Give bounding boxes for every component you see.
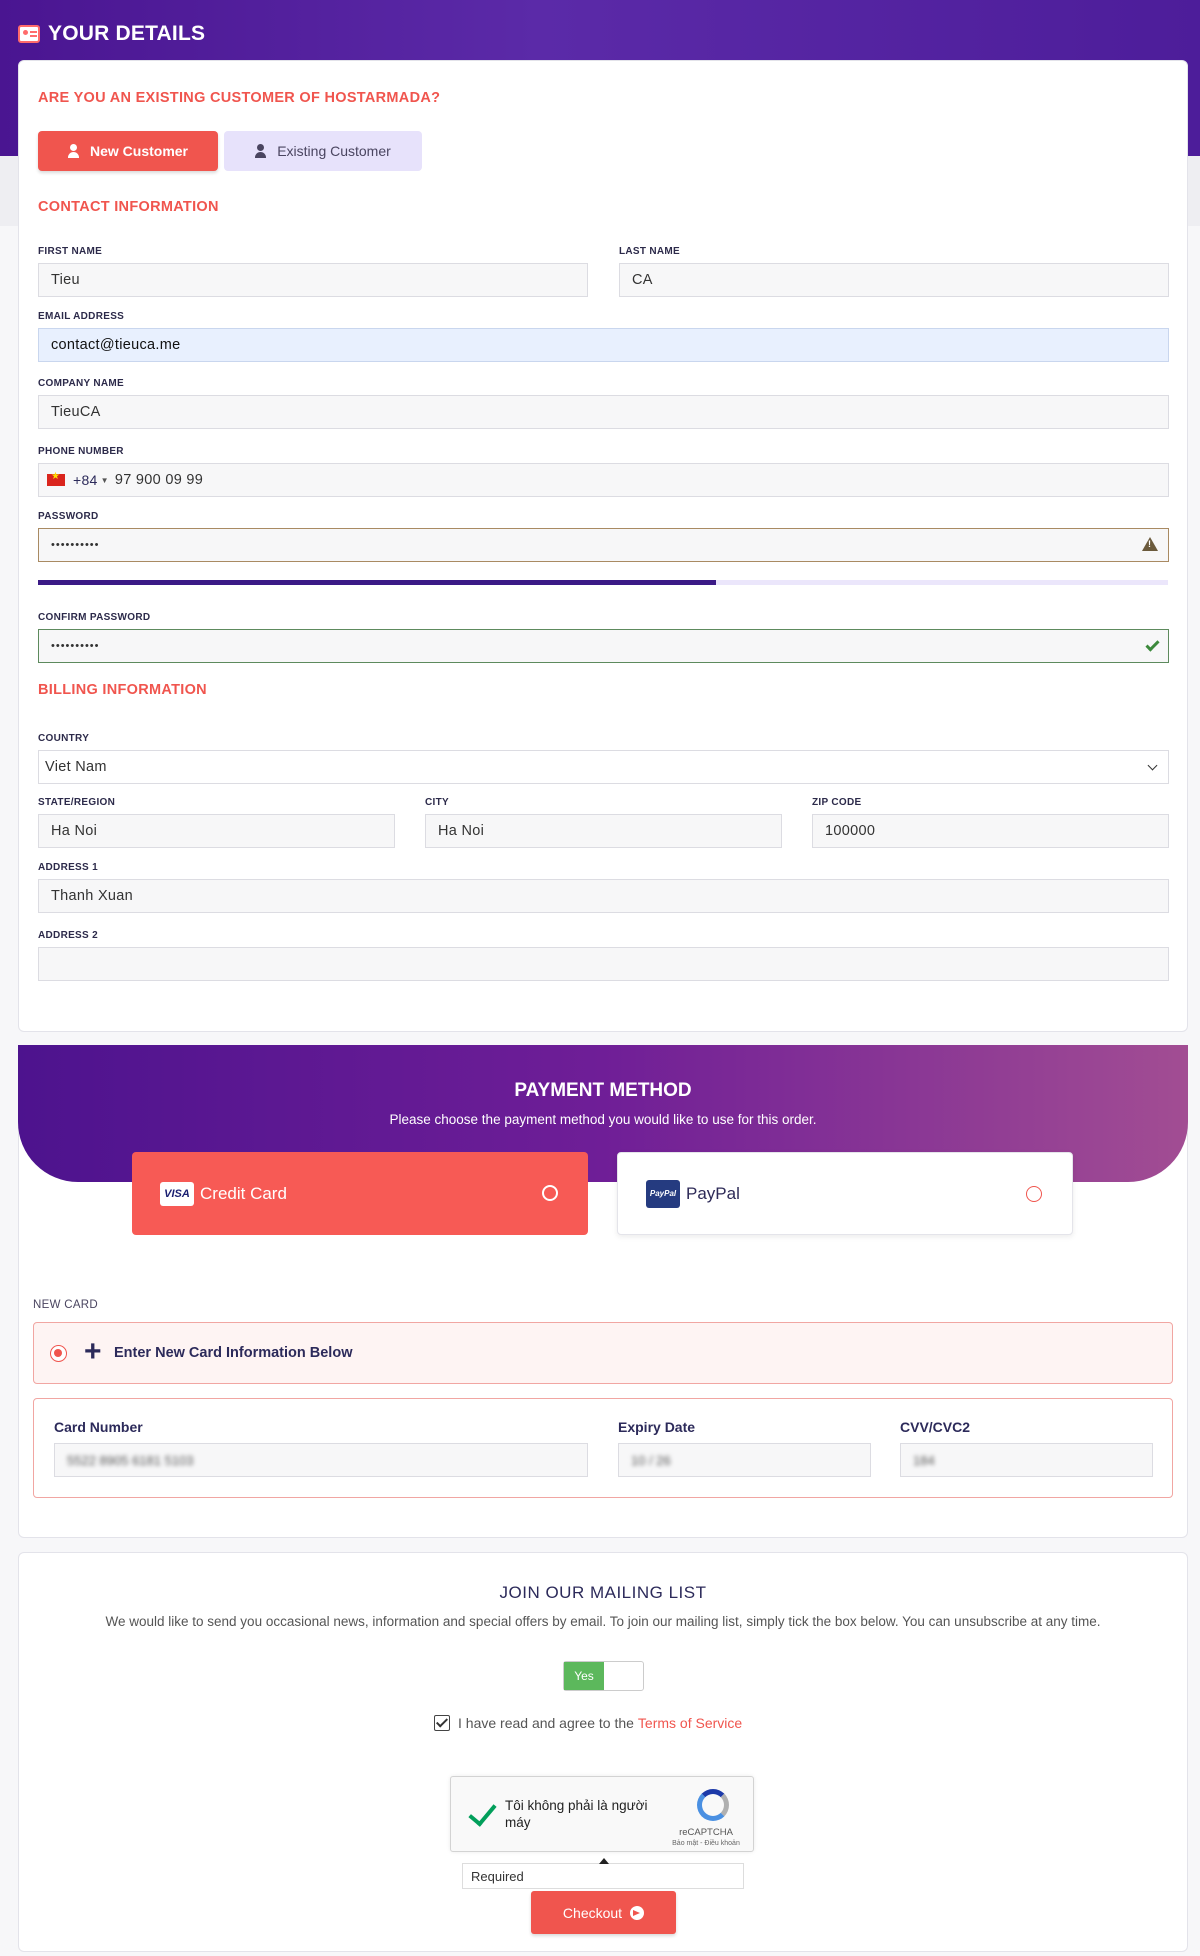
- paypal-label: PayPal: [686, 1183, 740, 1203]
- cvv-value: 184: [913, 1452, 935, 1468]
- credit-card-label: Credit Card: [200, 1183, 287, 1203]
- city-field[interactable]: Ha Noi: [425, 814, 782, 848]
- warning-icon: [1142, 537, 1158, 551]
- existing-customer-button[interactable]: Existing Customer: [224, 131, 422, 171]
- mailing-title: JOIN OUR MAILING LIST: [499, 1583, 707, 1602]
- paypal-icon: PayPal: [646, 1179, 680, 1208]
- zip-field[interactable]: 100000: [812, 814, 1169, 848]
- paypal-option[interactable]: PayPal PayPal: [617, 1152, 1073, 1235]
- plus-icon: +: [84, 1335, 102, 1368]
- user-plus-icon: [67, 144, 84, 158]
- country-select[interactable]: Viet Nam: [38, 750, 1169, 784]
- country-value: Viet Nam: [45, 759, 107, 775]
- check-icon: [1145, 637, 1160, 652]
- company-field[interactable]: TieuCA: [38, 395, 1169, 429]
- company-label: COMPANY NAME: [38, 378, 125, 389]
- confirm-password-value: ••••••••••: [51, 640, 100, 652]
- first-name-label: FIRST NAME: [38, 246, 103, 257]
- password-field[interactable]: ••••••••••: [38, 528, 1169, 562]
- toggle-yes-label: Yes: [564, 1662, 604, 1690]
- cvv-label: CVV/CVC2: [900, 1419, 971, 1435]
- new-customer-label: New Customer: [89, 143, 189, 159]
- cvv-field[interactable]: 184: [900, 1443, 1153, 1477]
- address2-field[interactable]: [38, 947, 1169, 981]
- confirm-password-label: CONFIRM PASSWORD: [38, 612, 151, 623]
- recaptcha-widget[interactable]: Tôi không phải là người máy reCAPTCHA Bả…: [450, 1776, 754, 1852]
- paypal-radio[interactable]: [1026, 1186, 1042, 1202]
- password-label: PASSWORD: [38, 511, 99, 522]
- address1-field[interactable]: Thanh Xuan: [38, 879, 1169, 913]
- card-number-label: Card Number: [54, 1419, 143, 1435]
- address1-label: ADDRESS 1: [38, 862, 98, 873]
- vietnam-flag-icon: [47, 471, 65, 486]
- credit-card-radio[interactable]: [542, 1185, 558, 1201]
- payment-subtitle: Please choose the payment method you wou…: [389, 1112, 817, 1127]
- card-number-field[interactable]: 5522 8905 6181 5103: [54, 1443, 588, 1477]
- card-fields: Card Number 5522 8905 6181 5103 Expiry D…: [33, 1398, 1173, 1498]
- mailing-toggle[interactable]: Yes: [563, 1661, 644, 1691]
- mailing-text: We would like to send you occasional new…: [105, 1614, 1101, 1629]
- tos-checkbox[interactable]: [434, 1715, 450, 1731]
- phone-label: PHONE NUMBER: [38, 446, 124, 457]
- card-number-value: 5522 8905 6181 5103: [67, 1452, 194, 1468]
- new-card-option-text: Enter New Card Information Below: [114, 1345, 353, 1361]
- tos-text: I have read and agree to the: [458, 1715, 634, 1731]
- captcha-brand: reCAPTCHA: [679, 1827, 733, 1838]
- password-strength-fill: [38, 580, 716, 585]
- chevron-down-icon: ▼: [100, 475, 109, 485]
- tos-link[interactable]: Terms of Service: [638, 1715, 742, 1731]
- details-card: ARE YOU AN EXISTING CUSTOMER OF HOSTARMA…: [18, 60, 1188, 1032]
- billing-heading: BILLING INFORMATION: [38, 682, 207, 698]
- state-field[interactable]: Ha Noi: [38, 814, 395, 848]
- expiry-value: 10 / 26: [631, 1452, 671, 1468]
- new-card-label: NEW CARD: [33, 1299, 99, 1311]
- arrow-right-icon: [630, 1905, 645, 1920]
- customer-question: ARE YOU AN EXISTING CUSTOMER OF HOSTARMA…: [38, 90, 441, 106]
- first-name-field[interactable]: Tieu: [38, 263, 588, 297]
- password-value: ••••••••••: [51, 539, 100, 551]
- contact-heading: CONTACT INFORMATION: [38, 199, 219, 215]
- confirm-password-field[interactable]: ••••••••••: [38, 629, 1169, 663]
- password-strength-bar: [38, 580, 1168, 585]
- existing-customer-label: Existing Customer: [277, 143, 391, 159]
- new-card-radio[interactable]: [50, 1345, 67, 1362]
- recaptcha-logo-icon: [697, 1789, 729, 1821]
- expiry-label: Expiry Date: [618, 1419, 696, 1435]
- checkout-button[interactable]: Checkout: [531, 1891, 676, 1934]
- email-field[interactable]: contact@tieuca.me: [38, 328, 1169, 362]
- country-label: COUNTRY: [38, 733, 90, 744]
- state-label: STATE/REGION: [38, 797, 116, 808]
- checkout-label: Checkout: [562, 1904, 623, 1921]
- new-card-option[interactable]: + Enter New Card Information Below: [33, 1322, 1173, 1384]
- required-tooltip: Required: [462, 1858, 744, 1889]
- last-name-label: LAST NAME: [619, 246, 681, 257]
- tos-row: I have read and agree to the Terms of Se…: [434, 1715, 742, 1731]
- zip-label: ZIP CODE: [812, 797, 862, 808]
- phone-country-code[interactable]: +84: [73, 472, 98, 488]
- captcha-check-icon: [467, 1801, 495, 1825]
- captcha-text: Tôi không phải là người máy: [505, 1798, 648, 1830]
- captcha-links[interactable]: Bảo mật - Điều khoản: [671, 1840, 741, 1847]
- visa-icon: VISA: [160, 1181, 194, 1206]
- page-title: YOUR DETAILS: [18, 22, 205, 46]
- page-title-text: YOUR DETAILS: [48, 22, 206, 45]
- id-card-icon: [18, 25, 40, 43]
- phone-value: 97 900 09 99: [114, 472, 204, 488]
- credit-card-option[interactable]: VISA Credit Card: [132, 1152, 588, 1235]
- user-check-icon: [255, 144, 271, 158]
- expiry-field[interactable]: 10 / 26: [618, 1443, 871, 1477]
- new-customer-button[interactable]: New Customer: [38, 131, 218, 171]
- city-label: CITY: [425, 797, 449, 808]
- last-name-field[interactable]: CA: [619, 263, 1169, 297]
- email-label: EMAIL ADDRESS: [38, 311, 125, 322]
- address2-label: ADDRESS 2: [38, 930, 98, 941]
- chevron-down-icon: [1147, 760, 1158, 771]
- payment-title: PAYMENT METHOD: [514, 1080, 692, 1101]
- phone-field[interactable]: +84 ▼ 97 900 09 99: [38, 463, 1169, 497]
